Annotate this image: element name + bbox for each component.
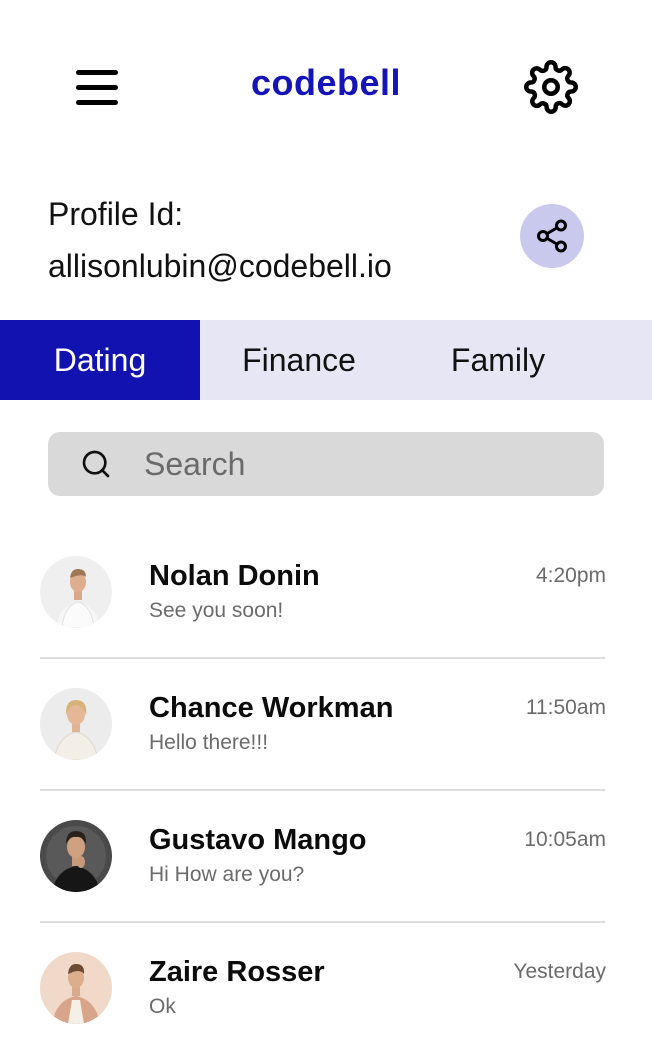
chat-time: Yesterday (513, 960, 606, 983)
gear-icon[interactable] (524, 60, 578, 114)
share-button[interactable] (520, 204, 584, 268)
avatar (40, 952, 112, 1024)
tab-finance[interactable]: Finance (200, 320, 398, 400)
chat-message: Hi How are you? (149, 863, 305, 886)
chat-name: Nolan Donin (149, 560, 320, 592)
chat-item-gustavo-mango[interactable]: Gustavo Mango Hi How are you? 10:05am (0, 788, 652, 920)
chat-time: 4:20pm (535, 564, 606, 587)
search-bar[interactable] (48, 432, 604, 496)
chat-message: See you soon! (149, 599, 284, 622)
chat-message: Hello there!!! (149, 731, 269, 754)
chat-time: 11:50am (525, 696, 606, 719)
tab-family[interactable]: Family (398, 320, 598, 400)
search-input[interactable] (144, 432, 584, 496)
avatar (40, 556, 112, 628)
chat-name: Gustavo Mango (149, 824, 367, 856)
profile-info: Profile Id: allisonlubin@codebell.io (48, 188, 392, 292)
profile-label: Profile Id: (48, 196, 184, 232)
chat-item-nolan-donin[interactable]: Nolan Donin See you soon! 4:20pm (0, 524, 652, 656)
tab-dating[interactable]: Dating (0, 320, 200, 400)
chat-message: Ok (149, 995, 176, 1018)
share-icon (537, 219, 567, 253)
chat-item-zaire-rosser[interactable]: Zaire Rosser Ok Yesterday (0, 920, 652, 1052)
chat-name: Zaire Rosser (149, 956, 325, 988)
category-tabs: Dating Finance Family (0, 320, 652, 400)
avatar (40, 820, 112, 892)
chat-item-chance-workman[interactable]: Chance Workman Hello there!!! 11:50am (0, 656, 652, 788)
chat-time: 10:05am (524, 828, 606, 851)
search-icon (82, 450, 110, 478)
app-header: codebell (0, 0, 652, 170)
avatar (40, 688, 112, 760)
chat-name: Chance Workman (149, 692, 394, 724)
profile-id: allisonlubin@codebell.io (48, 248, 392, 284)
